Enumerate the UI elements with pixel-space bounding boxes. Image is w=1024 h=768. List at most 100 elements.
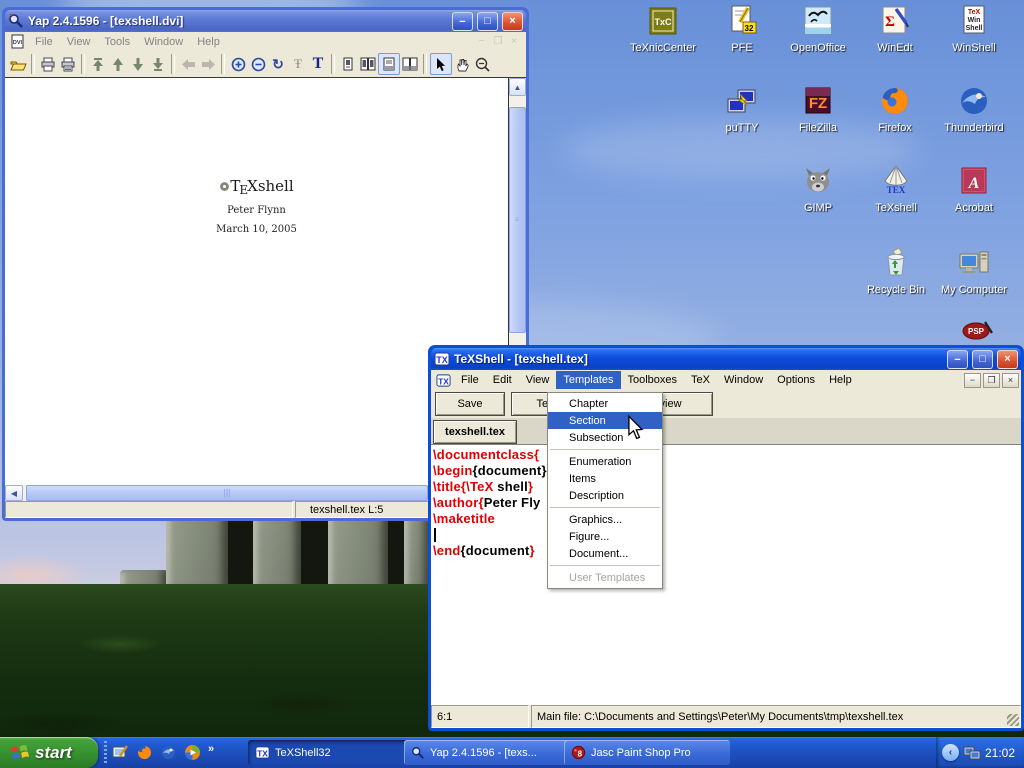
menu-separator (550, 449, 660, 450)
svg-text:TEX: TEX (887, 185, 906, 195)
continuous-facing-icon[interactable] (400, 54, 420, 74)
mdi-close-button[interactable]: × (1002, 373, 1019, 388)
menu-item-section[interactable]: Section (548, 412, 662, 429)
desktop-icon-texshell[interactable]: TEX TeXshell (857, 164, 935, 216)
firefox-icon[interactable] (135, 743, 153, 761)
network-status-icon[interactable] (963, 745, 981, 761)
texshell-close-button[interactable]: × (997, 350, 1018, 369)
yap-menu-tools[interactable]: Tools (97, 33, 137, 51)
menu-item-graphics[interactable]: Graphics... (548, 511, 662, 528)
menu-help[interactable]: Help (822, 371, 859, 389)
texshell-title-bar[interactable]: TX TeXShell - [texshell.tex] − □ × (431, 348, 1021, 370)
taskbar: start » TX TeXShell32 Yap 2.4.1596 - [te… (0, 737, 1024, 768)
desktop-icon-openoffice[interactable]: OpenOffice (779, 4, 857, 56)
quick-launch-handle[interactable] (104, 741, 107, 764)
tray-chevron-button[interactable]: ‹ (942, 744, 959, 761)
menu-tex[interactable]: TeX (684, 371, 717, 389)
media-player-icon[interactable] (183, 743, 201, 761)
refresh-icon[interactable]: ↻ (268, 54, 288, 74)
menu-item-figure[interactable]: Figure... (548, 528, 662, 545)
scroll-thumb[interactable]: ||| (26, 485, 428, 501)
mdi-restore-button[interactable]: ❒ (983, 373, 1000, 388)
start-button[interactable]: start (0, 737, 98, 768)
texshell-minimize-button[interactable]: − (947, 350, 968, 369)
menu-templates[interactable]: Templates (556, 371, 620, 389)
yap-maximize-button[interactable]: □ (477, 12, 498, 31)
open-icon[interactable] (8, 54, 28, 74)
menu-window[interactable]: Window (717, 371, 770, 389)
menu-item-items[interactable]: Items (548, 470, 662, 487)
menu-item-document[interactable]: Document... (548, 545, 662, 562)
desktop-icon-thunderbird[interactable]: Thunderbird (935, 84, 1013, 136)
dvi-document-icon: DVI (10, 34, 25, 49)
desktop-icon-pfe[interactable]: 32 PFE (703, 4, 781, 56)
clock[interactable]: 21:02 (985, 746, 1015, 760)
texshell-maximize-button[interactable]: □ (972, 350, 993, 369)
menu-file[interactable]: File (454, 371, 486, 389)
dvi-doc-author: Peter Flynn (5, 205, 508, 216)
desktop-icon-acrobat[interactable]: A Acrobat (935, 164, 1013, 216)
yap-menu-window[interactable]: Window (137, 33, 190, 51)
desktop-icon-winedt[interactable]: Σ WinEdt (856, 4, 934, 56)
yap-title-bar[interactable]: Yap 2.4.1596 - [texshell.dvi] − □ × (5, 10, 526, 32)
print-icon[interactable] (38, 54, 58, 74)
scroll-left-arrow[interactable]: ◀ (5, 485, 23, 501)
menu-toolboxes[interactable]: Toolboxes (621, 371, 685, 389)
menu-item-user-templates[interactable]: User Templates (548, 569, 662, 586)
taskbar-button-yap[interactable]: Yap 2.4.1596 - [texs... (404, 740, 573, 765)
menu-item-description[interactable]: Description (548, 487, 662, 504)
yap-minimize-button[interactable]: − (452, 12, 473, 31)
continuous-icon[interactable] (378, 53, 400, 75)
magnifier-tool-icon[interactable] (472, 54, 492, 74)
single-page-icon[interactable] (338, 54, 358, 74)
yap-menu-help[interactable]: Help (190, 33, 227, 51)
menu-view[interactable]: View (519, 371, 557, 389)
thunderbird-icon[interactable] (159, 743, 177, 761)
desktop-icon-gimp[interactable]: GIMP (779, 164, 857, 216)
menu-edit[interactable]: Edit (486, 371, 519, 389)
yap-close-button[interactable]: × (502, 12, 523, 31)
desktop-icon-firefox[interactable]: Firefox (856, 84, 934, 136)
svg-text:TeX: TeX (968, 9, 981, 16)
text-tool-icon[interactable]: T (308, 54, 328, 74)
editor-area[interactable]: \documentclass{ \begin{document} \title{… (431, 445, 1021, 705)
ruler-tool-icon[interactable]: Ŧ (288, 54, 308, 74)
first-page-icon[interactable] (88, 54, 108, 74)
svg-text:Σ: Σ (885, 14, 895, 30)
hand-tool-icon[interactable] (452, 54, 472, 74)
next-page-icon[interactable] (128, 54, 148, 74)
menu-item-subsection[interactable]: Subsection (548, 429, 662, 446)
scroll-thumb[interactable]: ≡ (509, 107, 526, 333)
yap-menu-file[interactable]: File (28, 33, 60, 51)
taskbar-button-paint-shop-pro[interactable]: 8 Jasc Paint Shop Pro (564, 740, 730, 765)
taskbar-button-texshell32[interactable]: TX TeXShell32 (248, 740, 414, 765)
last-page-icon[interactable] (148, 54, 168, 74)
resize-grip[interactable] (1007, 714, 1019, 726)
back-icon[interactable] (178, 54, 198, 74)
save-button[interactable]: Save (435, 392, 505, 416)
tab-texshell-tex[interactable]: texshell.tex (433, 420, 517, 444)
print-setup-icon[interactable] (58, 54, 78, 74)
zoom-in-icon[interactable] (228, 54, 248, 74)
yap-menu-view[interactable]: View (60, 33, 98, 51)
desktop-icon-recycle-bin[interactable]: Recycle Bin (857, 246, 935, 298)
menu-item-chapter[interactable]: Chapter (548, 395, 662, 412)
desktop-icon-winshell[interactable]: TeXWinShell WinShell (935, 4, 1013, 56)
texshell-toolbar: Save TeX Preview (431, 390, 1021, 418)
quick-launch-overflow-chevron[interactable]: » (208, 743, 214, 755)
scroll-up-arrow[interactable]: ▲ (509, 78, 526, 96)
show-desktop-icon[interactable] (111, 743, 129, 761)
prev-page-icon[interactable] (108, 54, 128, 74)
desktop-icon-my-computer[interactable]: My Computer (935, 246, 1013, 298)
facing-pages-icon[interactable] (358, 54, 378, 74)
select-tool-icon[interactable] (430, 53, 452, 75)
desktop-icon-putty[interactable]: puTTY (703, 84, 781, 136)
zoom-out-icon[interactable] (248, 54, 268, 74)
desktop-icon-filezilla[interactable]: FZ FileZilla (779, 84, 857, 136)
menu-item-enumeration[interactable]: Enumeration (548, 453, 662, 470)
forward-icon[interactable] (198, 54, 218, 74)
yap-mdi-controls[interactable]: − ❒ × (479, 36, 520, 47)
menu-options[interactable]: Options (770, 371, 822, 389)
desktop-icon-texniccenter[interactable]: TxC TeXnicCenter (624, 4, 702, 56)
mdi-minimize-button[interactable]: − (964, 373, 981, 388)
